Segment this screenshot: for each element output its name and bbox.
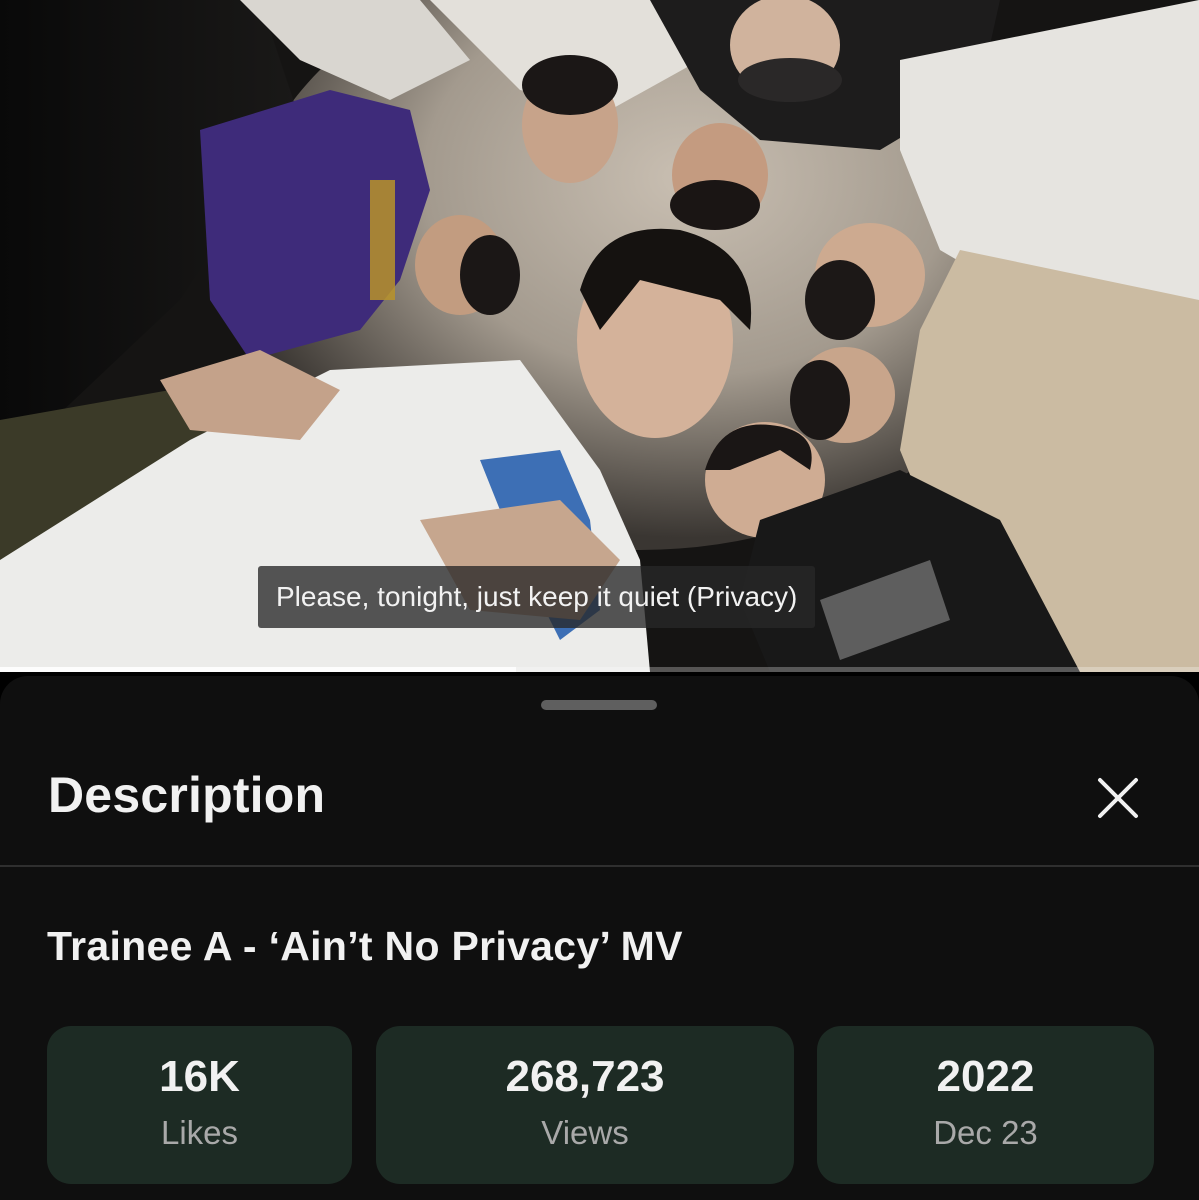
likes-stat: 16K Likes bbox=[47, 1026, 352, 1184]
likes-label: Likes bbox=[160, 1114, 239, 1151]
progress-played bbox=[0, 667, 516, 672]
sheet-title: Description bbox=[48, 767, 326, 823]
views-stat: 268,723 Views bbox=[376, 1026, 794, 1184]
divider bbox=[0, 865, 1199, 867]
video-subtitle: Please, tonight, just keep it quiet (Pri… bbox=[258, 566, 816, 628]
close-button[interactable] bbox=[1088, 768, 1148, 828]
description-sheet: Description Trainee A - ‘Ain’t No Privac… bbox=[0, 676, 1199, 1200]
video-title: Trainee A - ‘Ain’t No Privacy’ MV bbox=[47, 923, 683, 969]
publish-date: Dec 23 bbox=[933, 1114, 1038, 1151]
likes-count: 16K bbox=[159, 1052, 240, 1101]
views-label: Views bbox=[541, 1114, 629, 1151]
date-stat: 2022 Dec 23 bbox=[817, 1026, 1154, 1184]
drag-handle[interactable] bbox=[541, 700, 657, 710]
publish-year: 2022 bbox=[936, 1052, 1035, 1101]
screen: Please, tonight, just keep it quiet (Pri… bbox=[0, 0, 1199, 1200]
video-player[interactable]: Please, tonight, just keep it quiet (Pri… bbox=[0, 0, 1199, 672]
close-icon bbox=[1098, 778, 1138, 818]
progress-bar[interactable] bbox=[0, 667, 1199, 672]
views-count: 268,723 bbox=[505, 1052, 665, 1101]
